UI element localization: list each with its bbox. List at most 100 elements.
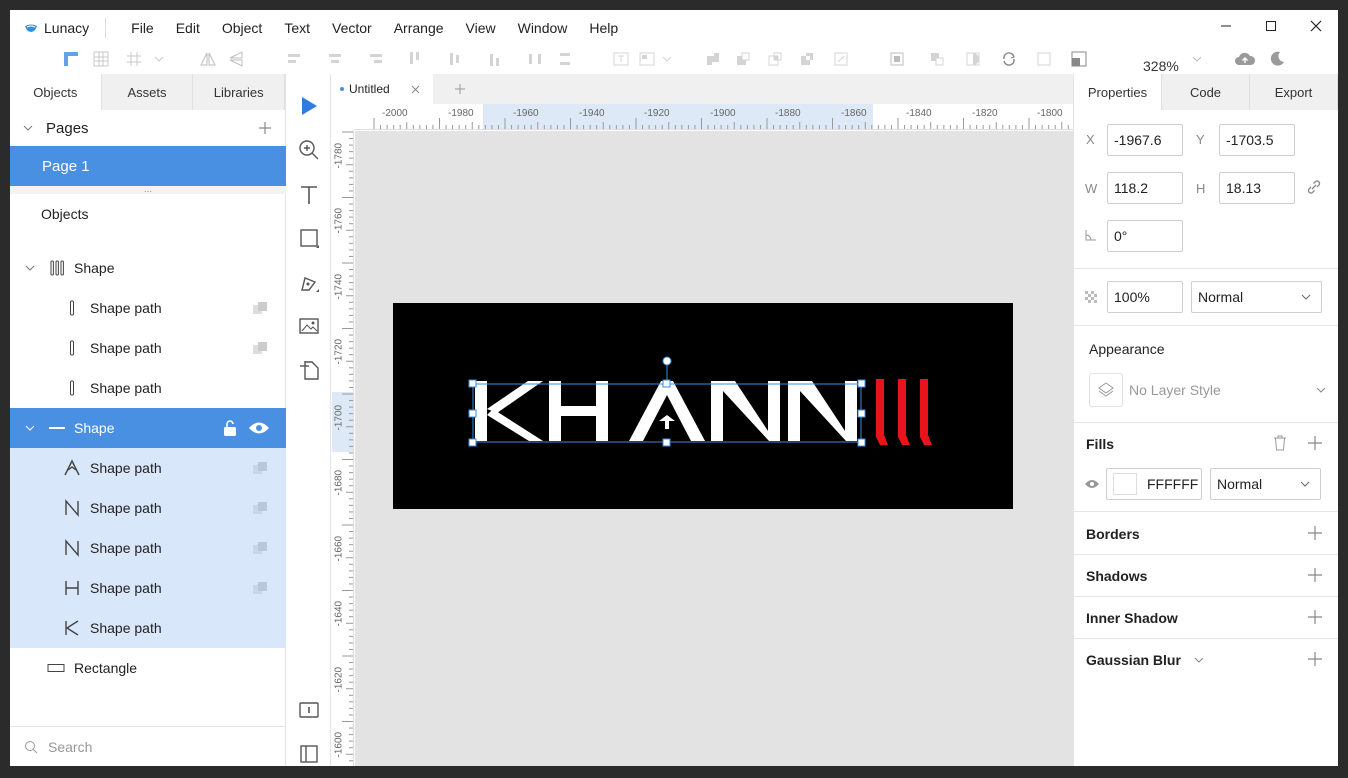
layer-shape-path[interactable]: Shape path (10, 288, 286, 328)
width-input[interactable]: 118.2 (1107, 172, 1183, 204)
mask-icon[interactable] (252, 300, 268, 316)
layer-shape-path[interactable]: Shape path (10, 448, 286, 488)
shape-tool[interactable] (297, 226, 321, 250)
tab-properties[interactable]: Properties (1074, 74, 1162, 110)
page-item-page-1[interactable]: Page 1 (10, 146, 286, 186)
info-tool[interactable] (297, 698, 321, 722)
layer-shape-path[interactable]: Shape path (10, 368, 286, 408)
image-box-icon[interactable] (638, 50, 656, 68)
layer-shape-path[interactable]: Shape path (10, 608, 286, 648)
pages-resize-grip[interactable]: ... (10, 185, 286, 195)
layer-style-value[interactable]: No Layer Style (1129, 382, 1221, 398)
align-middle-icon[interactable] (446, 50, 464, 68)
crop-icon[interactable] (1035, 50, 1053, 68)
menu-help[interactable]: Help (578, 20, 629, 36)
text-tool[interactable] (297, 183, 321, 207)
add-shadow-icon[interactable] (1308, 568, 1322, 582)
menu-window[interactable]: Window (507, 20, 579, 36)
menu-vector[interactable]: Vector (321, 20, 383, 36)
ruler-icon[interactable] (62, 50, 80, 68)
chevron-down-icon[interactable] (22, 122, 34, 134)
boolean-union-icon[interactable] (704, 50, 722, 68)
layer-shape-path[interactable]: Shape path (10, 568, 286, 608)
canvas[interactable] (355, 131, 1073, 766)
layer-shape-path[interactable]: Shape path (10, 488, 286, 528)
blend-mode-dropdown[interactable]: Normal (1191, 281, 1322, 313)
tab-export[interactable]: Export (1250, 74, 1338, 110)
boolean-intersect-icon[interactable] (766, 50, 784, 68)
text-box-icon[interactable] (612, 50, 630, 68)
zoom-level[interactable]: 328% (1143, 58, 1179, 74)
layer-shape-path[interactable]: Shape path (10, 528, 286, 568)
fill-blend-dropdown[interactable]: Normal (1210, 468, 1321, 500)
mask-icon[interactable] (252, 460, 268, 476)
detach-symbol-icon[interactable] (928, 50, 946, 68)
align-bottom-icon[interactable] (486, 50, 504, 68)
layer-rectangle[interactable]: Rectangle (10, 648, 286, 688)
tab-objects[interactable]: Objects (10, 74, 102, 110)
close-button[interactable] (1293, 10, 1338, 42)
menu-edit[interactable]: Edit (165, 20, 211, 36)
add-inner-shadow-icon[interactable] (1308, 610, 1322, 624)
trash-icon[interactable] (1273, 435, 1287, 451)
search-input[interactable]: Search (48, 739, 92, 755)
red-bars[interactable] (876, 379, 932, 445)
minimize-button[interactable] (1203, 10, 1249, 42)
pages-header[interactable]: Pages (10, 110, 286, 146)
menu-file[interactable]: File (120, 20, 165, 36)
layer-shape-group-selected[interactable]: Shape (10, 408, 286, 448)
layer-style-thumbnail[interactable] (1089, 373, 1123, 407)
height-input[interactable]: 18.13 (1219, 172, 1295, 204)
tab-untitled[interactable]: Untitled (332, 74, 433, 104)
mask-icon[interactable] (252, 580, 268, 596)
create-symbol-icon[interactable] (888, 50, 906, 68)
khann-letters[interactable] (475, 381, 857, 441)
mask-icon[interactable] (252, 540, 268, 556)
add-blur-icon[interactable] (1308, 652, 1322, 666)
add-border-icon[interactable] (1308, 526, 1322, 540)
flatten-icon[interactable] (832, 50, 850, 68)
rotate-copies-icon[interactable] (1000, 50, 1018, 68)
new-tab-icon[interactable] (455, 84, 465, 94)
add-fill-icon[interactable] (1308, 436, 1322, 450)
y-position-input[interactable]: -1703.5 (1219, 124, 1295, 156)
opacity-input[interactable]: 100% (1107, 281, 1183, 313)
eye-icon[interactable] (248, 421, 270, 435)
align-right-icon[interactable] (366, 50, 384, 68)
pixel-grid-icon[interactable] (92, 50, 110, 68)
image-tool[interactable] (297, 314, 321, 338)
chevron-down-icon[interactable] (24, 422, 36, 434)
distribute-vertical-icon[interactable] (556, 50, 574, 68)
box-dropdown-icon[interactable] (658, 50, 676, 68)
mask-icon[interactable] (252, 500, 268, 516)
tab-assets[interactable]: Assets (102, 74, 194, 110)
boolean-difference-icon[interactable] (798, 50, 816, 68)
menu-arrange[interactable]: Arrange (383, 20, 455, 36)
resize-artboard-icon[interactable] (1070, 50, 1088, 68)
x-position-input[interactable]: -1967.6 (1107, 124, 1183, 156)
link-icon[interactable] (1305, 178, 1323, 196)
unlock-icon[interactable] (223, 419, 237, 437)
flip-horizontal-icon[interactable] (199, 50, 217, 68)
chevron-down-icon[interactable] (1316, 385, 1326, 395)
align-left-icon[interactable] (286, 50, 304, 68)
cloud-upload-icon[interactable] (1234, 50, 1256, 68)
rotation-input[interactable]: 0° (1107, 220, 1183, 252)
pen-tool[interactable] (297, 270, 321, 294)
tab-libraries[interactable]: Libraries (193, 74, 286, 110)
add-page-icon[interactable] (258, 121, 272, 135)
fill-color-input[interactable]: FFFFFF (1106, 468, 1202, 500)
mask-icon[interactable] (252, 340, 268, 356)
boolean-subtract-icon[interactable] (734, 50, 752, 68)
close-tab-icon[interactable] (411, 85, 420, 94)
fill-color-swatch[interactable] (1113, 473, 1137, 495)
toggle-panel-tool[interactable] (297, 742, 321, 766)
visibility-eye-icon[interactable] (1084, 478, 1100, 490)
flip-vertical-icon[interactable] (227, 50, 245, 68)
zoom-tool[interactable] (297, 138, 321, 162)
layer-shape-group[interactable]: Shape (10, 248, 286, 288)
align-center-icon[interactable] (326, 50, 344, 68)
chevron-down-icon[interactable] (24, 262, 36, 274)
mask-icon[interactable] (964, 50, 982, 68)
tab-code[interactable]: Code (1162, 74, 1250, 110)
